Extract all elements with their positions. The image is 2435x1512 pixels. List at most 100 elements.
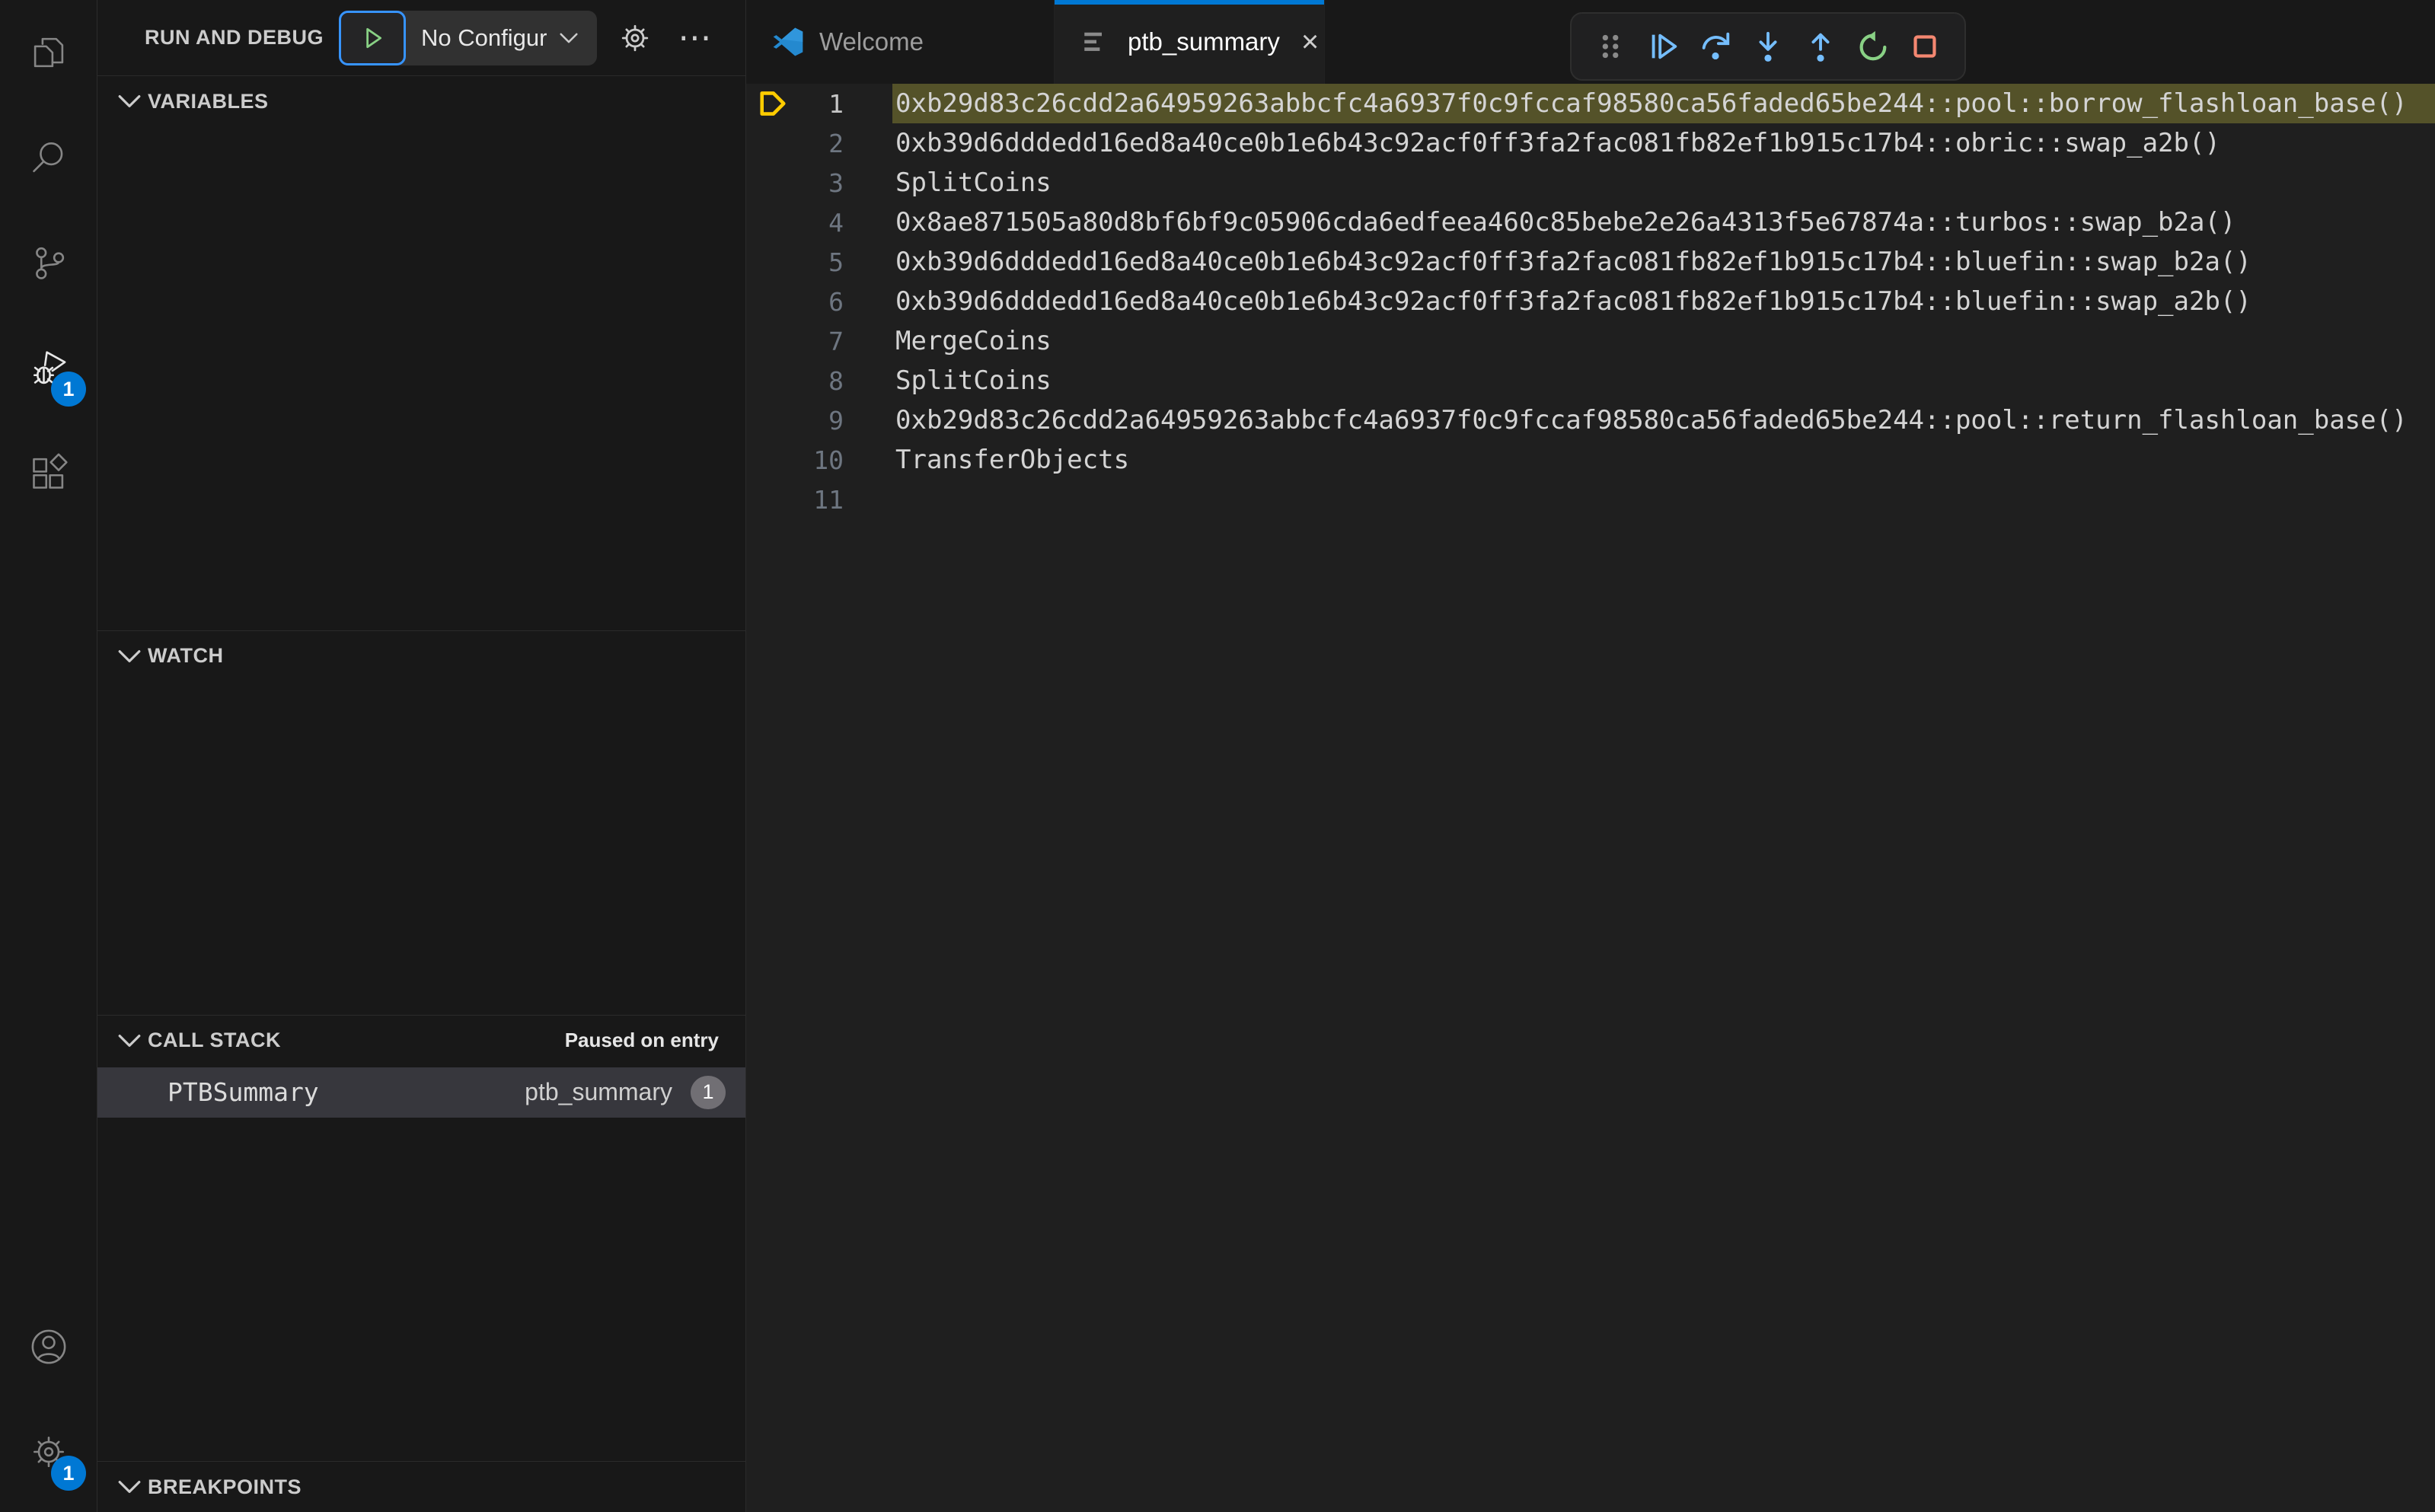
breakpoint-zone[interactable] xyxy=(746,400,799,440)
code-line[interactable]: 10 TransferObjects xyxy=(746,440,2435,480)
code-line[interactable]: 8 SplitCoins xyxy=(746,361,2435,400)
run-and-debug-sidebar: RUN AND DEBUG No Configur ⋯ VARIABLES WA… xyxy=(97,0,746,1512)
settings-badge: 1 xyxy=(51,1456,86,1491)
line-number: 9 xyxy=(828,405,844,435)
line-number: 7 xyxy=(828,326,844,356)
call-stack-section-header[interactable]: CALL STACK Paused on entry xyxy=(97,1016,745,1066)
breakpoint-zone[interactable] xyxy=(746,203,799,242)
breakpoint-zone[interactable] xyxy=(746,282,799,321)
gutter[interactable]: 8 xyxy=(746,361,892,400)
toolbar-drag-grip[interactable] xyxy=(1591,27,1631,66)
gutter[interactable]: 3 xyxy=(746,163,892,203)
gutter[interactable]: 10 xyxy=(746,440,892,480)
line-number: 4 xyxy=(828,207,844,238)
close-icon[interactable]: × xyxy=(1301,27,1319,57)
run-and-debug-icon[interactable]: 1 xyxy=(0,315,97,420)
code-text[interactable]: SplitCoins xyxy=(892,163,2435,203)
step-out-icon[interactable] xyxy=(1801,27,1840,66)
breakpoint-zone[interactable] xyxy=(746,321,799,361)
code-line[interactable]: 4 0x8ae871505a80d8bf6bf9c05906cda6edfeea… xyxy=(746,203,2435,242)
code-line[interactable]: 2 0xb39d6dddedd16ed8a40ce0b1e6b43c92acf0… xyxy=(746,123,2435,163)
code-text[interactable] xyxy=(892,480,2435,519)
code-line[interactable]: 11 xyxy=(746,480,2435,519)
debug-settings-gear-icon[interactable] xyxy=(618,21,652,55)
breakpoint-zone[interactable] xyxy=(746,123,799,163)
current-frame-arrow-icon[interactable] xyxy=(746,84,799,123)
restart-icon[interactable] xyxy=(1853,27,1892,66)
code-text[interactable]: 0xb29d83c26cdd2a64959263abbcfc4a6937f0c9… xyxy=(892,400,2435,440)
config-dropdown-label: No Configur xyxy=(421,24,547,51)
variables-label: VARIABLES xyxy=(148,89,269,113)
code-text[interactable]: SplitCoins xyxy=(892,361,2435,400)
sidebar-title: RUN AND DEBUG xyxy=(145,26,324,49)
step-into-icon[interactable] xyxy=(1748,27,1788,66)
gutter[interactable]: 7 xyxy=(746,321,892,361)
code-text[interactable]: 0xb29d83c26cdd2a64959263abbcfc4a6937f0c9… xyxy=(892,84,2435,123)
gutter[interactable]: 4 xyxy=(746,203,892,242)
continue-icon[interactable] xyxy=(1644,27,1683,66)
stop-icon[interactable] xyxy=(1905,27,1945,66)
account-icon[interactable] xyxy=(0,1294,97,1399)
gutter[interactable]: 6 xyxy=(746,282,892,321)
watch-section-header[interactable]: WATCH xyxy=(97,631,745,681)
breakpoint-zone[interactable] xyxy=(746,440,799,480)
config-dropdown[interactable]: No Configur xyxy=(406,11,597,65)
breakpoint-zone[interactable] xyxy=(746,361,799,400)
gutter[interactable]: 11 xyxy=(746,480,892,519)
tab-bar: Welcome ptb_summary × xyxy=(746,0,2435,84)
code-editor[interactable]: 1 0xb29d83c26cdd2a64959263abbcfc4a6937f0… xyxy=(746,84,2435,1512)
debug-config-combo: No Configur xyxy=(339,10,598,65)
code-line[interactable]: 5 0xb39d6dddedd16ed8a40ce0b1e6b43c92acf0… xyxy=(746,242,2435,282)
gutter[interactable]: 9 xyxy=(746,400,892,440)
chevron-down-icon xyxy=(118,95,141,108)
code-line[interactable]: 6 0xb39d6dddedd16ed8a40ce0b1e6b43c92acf0… xyxy=(746,282,2435,321)
search-icon[interactable] xyxy=(0,105,97,210)
list-file-icon xyxy=(1084,32,1102,51)
code-line[interactable]: 7 MergeCoins xyxy=(746,321,2435,361)
code-text[interactable]: TransferObjects xyxy=(892,440,2435,480)
tab-ptb-summary[interactable]: ptb_summary × xyxy=(1055,0,1325,84)
line-number: 3 xyxy=(828,167,844,198)
paused-status: Paused on entry xyxy=(564,1029,719,1052)
frame-badge: 1 xyxy=(691,1075,726,1109)
breakpoints-section: BREAKPOINTS xyxy=(97,1461,745,1512)
code-text[interactable]: 0xb39d6dddedd16ed8a40ce0b1e6b43c92acf0ff… xyxy=(892,242,2435,282)
gutter[interactable]: 5 xyxy=(746,242,892,282)
debug-badge: 1 xyxy=(51,372,86,407)
code-text[interactable]: MergeCoins xyxy=(892,321,2435,361)
extensions-icon[interactable] xyxy=(0,420,97,525)
line-number: 2 xyxy=(828,128,844,158)
activity-bar: 1 1 xyxy=(0,0,97,1512)
code-line[interactable]: 1 0xb29d83c26cdd2a64959263abbcfc4a6937f0… xyxy=(746,84,2435,123)
code-text[interactable]: 0x8ae871505a80d8bf6bf9c05906cda6edfeea46… xyxy=(892,203,2435,242)
breakpoint-zone[interactable] xyxy=(746,163,799,203)
settings-gear-icon[interactable]: 1 xyxy=(0,1399,97,1504)
step-over-icon[interactable] xyxy=(1696,27,1735,66)
vscode-logo-icon xyxy=(773,27,803,56)
gutter[interactable]: 1 xyxy=(746,84,892,123)
tab-welcome[interactable]: Welcome xyxy=(746,0,1055,84)
breakpoints-section-header[interactable]: BREAKPOINTS xyxy=(97,1462,745,1512)
chevron-down-icon xyxy=(118,1481,141,1493)
breakpoint-zone[interactable] xyxy=(746,480,799,519)
line-number: 10 xyxy=(813,445,844,475)
gutter[interactable]: 2 xyxy=(746,123,892,163)
call-stack-frame-row[interactable]: PTBSummary ptb_summary 1 xyxy=(97,1067,745,1118)
breakpoint-zone[interactable] xyxy=(746,242,799,282)
tab-welcome-label: Welcome xyxy=(819,27,924,56)
explorer-icon[interactable] xyxy=(0,0,97,105)
watch-section: WATCH xyxy=(97,630,745,1015)
source-control-icon[interactable] xyxy=(0,210,97,315)
code-line[interactable]: 9 0xb29d83c26cdd2a64959263abbcfc4a6937f0… xyxy=(746,400,2435,440)
chevron-down-icon xyxy=(118,1034,141,1047)
debug-toolbar xyxy=(1570,12,1966,81)
code-text[interactable]: 0xb39d6dddedd16ed8a40ce0b1e6b43c92acf0ff… xyxy=(892,282,2435,321)
line-number: 8 xyxy=(828,365,844,396)
code-text[interactable]: 0xb39d6dddedd16ed8a40ce0b1e6b43c92acf0ff… xyxy=(892,123,2435,163)
frame-source: ptb_summary xyxy=(525,1078,672,1106)
chevron-down-icon xyxy=(118,649,141,662)
more-actions-icon[interactable]: ⋯ xyxy=(678,21,711,54)
code-line[interactable]: 3 SplitCoins xyxy=(746,163,2435,203)
variables-section-header[interactable]: VARIABLES xyxy=(97,76,745,126)
start-debugging-button[interactable] xyxy=(339,10,406,65)
